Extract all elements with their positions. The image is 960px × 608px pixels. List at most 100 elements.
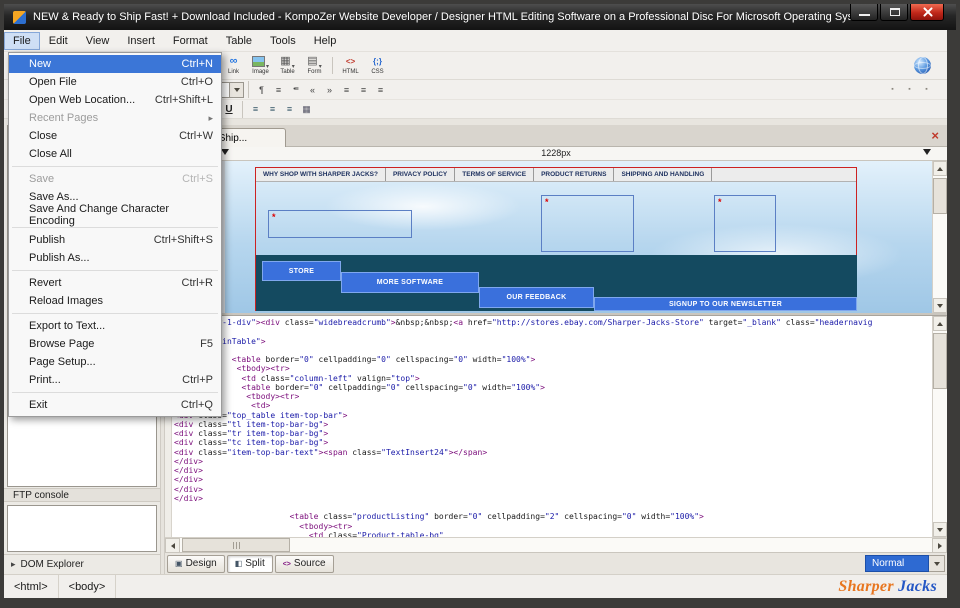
code-line[interactable]: <div class="tl item-top-bar-bg"> [174,420,932,429]
scrollbar-thumb[interactable] [933,333,947,389]
code-line[interactable]: </div> [174,457,932,466]
menubar-item-tools[interactable]: Tools [261,32,305,50]
file-menu-item-publish[interactable]: PublishCtrl+Shift+S [9,231,221,249]
scroll-down-icon[interactable] [933,298,947,313]
align-right-icon[interactable] [373,82,388,97]
globe-icon[interactable] [914,57,931,74]
file-menu-item-close-all[interactable]: Close All [9,145,221,163]
preview-nav-link[interactable]: PRODUCT RETURNS [534,168,614,181]
outdent-icon[interactable] [305,82,320,97]
preview-button-more-software[interactable]: MORE SOFTWARE [341,272,479,293]
file-menu-item-open-web-location[interactable]: Open Web Location...Ctrl+Shift+L [9,91,221,109]
toolbar-button-table[interactable]: Table [275,55,300,76]
code-line[interactable]: <tbody><tr> [174,364,932,373]
code-line[interactable] [174,346,932,355]
status-breadcrumb[interactable]: <html> [4,575,59,598]
misc-1-icon[interactable] [885,82,900,97]
code-line[interactable]: <td> [174,401,932,410]
close-button[interactable] [910,4,944,21]
preview-form-box[interactable]: * [541,195,634,252]
scroll-up-icon[interactable] [933,316,947,331]
indent-icon[interactable] [322,82,337,97]
scroll-down-icon[interactable] [933,522,947,537]
toolbar-button-link[interactable]: Link [221,55,246,76]
design-vertical-scrollbar[interactable] [932,161,947,313]
preview-form-box[interactable]: * [714,195,776,252]
code-line[interactable]: <table class="productListing" border="0"… [174,512,932,521]
file-menu-item-save-and-change-character-encoding[interactable]: Save And Change Character Encoding [9,206,221,224]
align-center-icon[interactable] [356,82,371,97]
menubar-item-help[interactable]: Help [305,32,346,50]
menubar-item-insert[interactable]: Insert [118,32,164,50]
underline-button[interactable]: U [220,102,238,117]
toolbar-button-html[interactable]: HTML [338,55,363,76]
code-line[interactable] [174,327,932,336]
menubar-item-edit[interactable]: Edit [40,32,77,50]
toolbar-button-css[interactable]: CSS [365,55,390,76]
dom-explorer-header[interactable]: DOM Explorer [4,554,160,574]
file-menu-item-exit[interactable]: ExitCtrl+Q [9,396,221,414]
preview-form-box[interactable]: * [268,210,412,238]
code-line[interactable]: class="row-1-div"><div class="widebreadc… [174,318,932,327]
chevron-down-icon[interactable] [229,83,243,97]
status-breadcrumb[interactable]: <body> [59,575,117,598]
preview-button-store[interactable]: STORE [262,261,341,281]
preview-nav-link[interactable]: SHIPPING AND HANDLING [614,168,712,181]
scroll-right-icon[interactable] [932,538,947,553]
ftp-console-header[interactable]: FTP console [4,488,160,502]
scrollbar-track[interactable] [180,538,932,552]
ruler-marker-icon[interactable] [221,149,229,155]
ftp-console-panel[interactable] [7,505,157,552]
code-line[interactable]: <div class="tc item-top-bar-bg"> [174,438,932,447]
file-menu-item-close[interactable]: CloseCtrl+W [9,127,221,145]
file-menu-item-recent-pages[interactable]: Recent Pages [9,109,221,127]
preview-nav-link[interactable]: PRIVACY POLICY [386,168,455,181]
scroll-up-icon[interactable] [933,161,947,176]
code-line[interactable]: </div> [174,494,932,503]
code-line[interactable]: <table border="0" cellpadding="0" cellsp… [174,383,932,392]
preview-button-our-feedback[interactable]: OUR FEEDBACK [479,287,594,308]
preview-nav-link[interactable]: WHY SHOP WITH SHARPER JACKS? [256,168,386,181]
code-line[interactable]: <div class="tr item-top-bar-bg"> [174,429,932,438]
code-line[interactable]: "ProductMainTable"> [174,337,932,346]
code-line[interactable]: <table border="0" cellpadding="0" cellsp… [174,355,932,364]
menubar-item-format[interactable]: Format [164,32,217,50]
view-tab-design[interactable]: Design [167,555,225,573]
minimize-button[interactable] [850,4,878,21]
misc-3-icon[interactable] [919,82,934,97]
menubar-item-file[interactable]: File [4,32,40,50]
align-middle-icon[interactable] [265,102,280,117]
file-menu-item-publish-as[interactable]: Publish As... [9,249,221,267]
horizontal-scrollbar[interactable] [165,537,947,552]
view-tab-split[interactable]: Split [227,555,273,573]
scrollbar-track[interactable] [933,176,947,298]
menubar-item-view[interactable]: View [77,32,119,50]
file-menu-item-save[interactable]: SaveCtrl+S [9,170,221,188]
align-left-icon[interactable] [339,82,354,97]
source-code-view[interactable]: class="row-1-div"><div class="widebreadc… [172,316,932,537]
source-vertical-scrollbar[interactable] [932,316,947,537]
code-line[interactable]: <td class="column-left" valign="top"> [174,374,932,383]
code-line[interactable] [174,503,932,512]
code-line[interactable]: <div class="top_table item-top-bar"> [174,411,932,420]
toolbar-button-image[interactable]: Image [248,55,273,76]
bullet-list-icon[interactable] [288,82,303,97]
code-line[interactable]: </div> [174,466,932,475]
scroll-left-icon[interactable] [165,538,180,553]
file-menu-item-open-file[interactable]: Open FileCtrl+O [9,73,221,91]
file-menu-item-browse-page[interactable]: Browse PageF5 [9,335,221,353]
paragraph-icon[interactable] [254,82,269,97]
maximize-button[interactable] [880,4,908,21]
numbered-list-icon[interactable] [271,82,286,97]
design-canvas[interactable]: WHY SHOP WITH SHARPER JACKS?PRIVACY POLI… [165,161,932,313]
menubar-item-table[interactable]: Table [217,32,261,50]
code-line[interactable]: </div> [174,485,932,494]
file-menu-item-print[interactable]: Print...Ctrl+P [9,371,221,389]
align-bottom-icon[interactable] [282,102,297,117]
file-menu-item-page-setup[interactable]: Page Setup... [9,353,221,371]
scrollbar-thumb[interactable] [182,538,290,552]
file-menu-item-revert[interactable]: RevertCtrl+R [9,274,221,292]
preview-button-signup-to-our-newsletter[interactable]: SIGNUP TO OUR NEWSLETTER [594,297,857,311]
chevron-down-icon[interactable] [929,555,945,572]
file-menu-item-export-to-text[interactable]: Export to Text... [9,317,221,335]
